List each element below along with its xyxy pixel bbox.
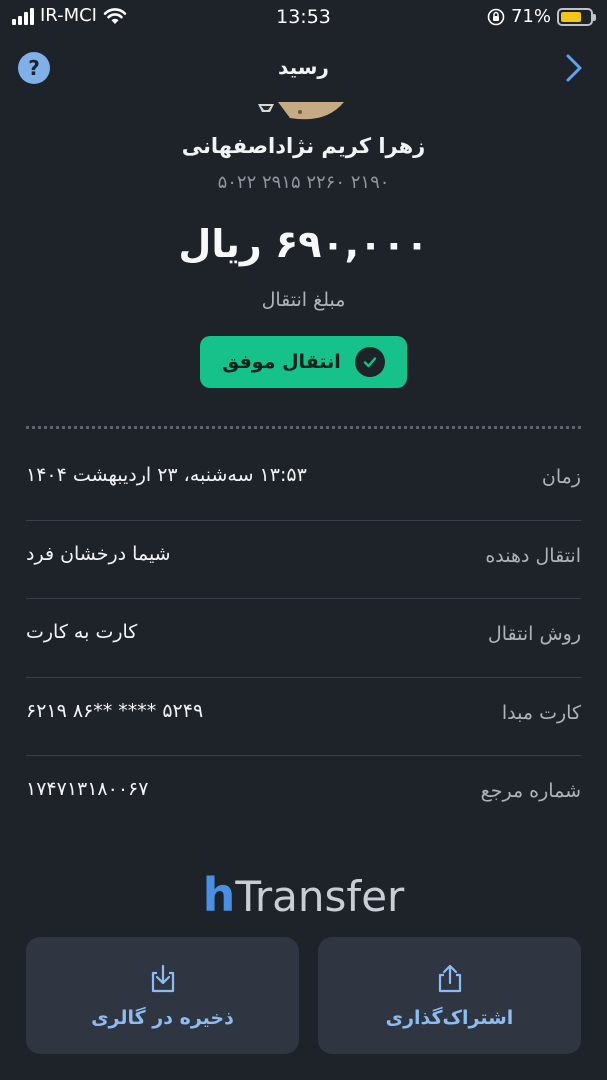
page-title: رسید	[278, 55, 329, 79]
brand-logo: hTransfer	[0, 868, 607, 912]
detail-value: ۱۷۴۷۱۳۱۸۰۰۶۷	[26, 778, 149, 800]
status-bar: IR-MCI 13:53 71%	[0, 0, 607, 34]
transfer-amount-label: مبلغ انتقال	[261, 289, 346, 311]
payee-card-number: ۵۰۲۲ ۲۹۱۵ ۲۲۶۰ ۲۱۹۰	[217, 172, 390, 193]
check-circle-icon	[354, 347, 385, 377]
detail-value: ۶۲۱۹ ۸۶** **** ۵۲۴۹	[26, 699, 204, 722]
status-right: 71%	[487, 6, 596, 27]
detail-label: کارت مبدا	[501, 701, 581, 724]
detail-value: ۱۳:۵۳ سه‌شنبه، ۲۳ اردیبهشت ۱۴۰۴	[26, 464, 307, 486]
battery-percent: 71%	[510, 6, 551, 27]
chevron-right-icon[interactable]	[561, 52, 587, 84]
bank-logo	[258, 102, 344, 120]
detail-label: انتقال دهنده	[485, 544, 581, 567]
detail-label: روش انتقال	[487, 623, 581, 645]
payee-name: زهرا کریم نژاداصفهانی	[181, 134, 426, 158]
detail-row-method: روش انتقال کارت به کارت	[26, 599, 581, 678]
detail-label: زمان	[541, 466, 581, 488]
status-badge: انتقال موفق	[200, 336, 407, 388]
share-icon	[438, 964, 461, 992]
detail-row-reference: شماره مرجع ۱۷۴۷۱۳۱۸۰۰۶۷	[26, 756, 581, 835]
details-list: زمان ۱۳:۵۳ سه‌شنبه، ۲۳ اردیبهشت ۱۴۰۴ انت…	[26, 442, 581, 835]
divider	[26, 426, 581, 429]
battery-icon	[557, 7, 596, 26]
detail-value: کارت به کارت	[26, 621, 138, 643]
detail-row-time: زمان ۱۳:۵۳ سه‌شنبه، ۲۳ اردیبهشت ۱۴۰۴	[26, 442, 581, 521]
detail-value: شیما درخشان فرد	[26, 542, 171, 565]
detail-row-source-card: کارت مبدا ۶۲۱۹ ۸۶** **** ۵۲۴۹	[26, 678, 581, 756]
brand-wordmark: Transfer	[235, 872, 405, 912]
status-label: انتقال موفق	[222, 351, 341, 373]
brand-mark: h	[202, 868, 236, 912]
share-button[interactable]: اشتراک‌گذاری	[318, 937, 581, 1054]
transfer-amount: ۶۹۰,۰۰۰ ریال	[178, 222, 429, 266]
detail-row-sender: انتقال دهنده شیما درخشان فرد	[26, 521, 581, 599]
save-label: ذخیره در گالری	[91, 1006, 234, 1029]
receipt-screen: IR-MCI 13:53 71% ? رسید زهرا کریم نژاداص…	[0, 0, 607, 1080]
download-icon	[151, 964, 174, 992]
rotation-lock-icon	[487, 8, 505, 25]
share-label: اشتراک‌گذاری	[385, 1006, 514, 1029]
detail-label: شماره مرجع	[480, 780, 581, 802]
battery-level	[561, 11, 581, 22]
save-to-gallery-button[interactable]: ذخیره در گالری	[26, 937, 299, 1054]
